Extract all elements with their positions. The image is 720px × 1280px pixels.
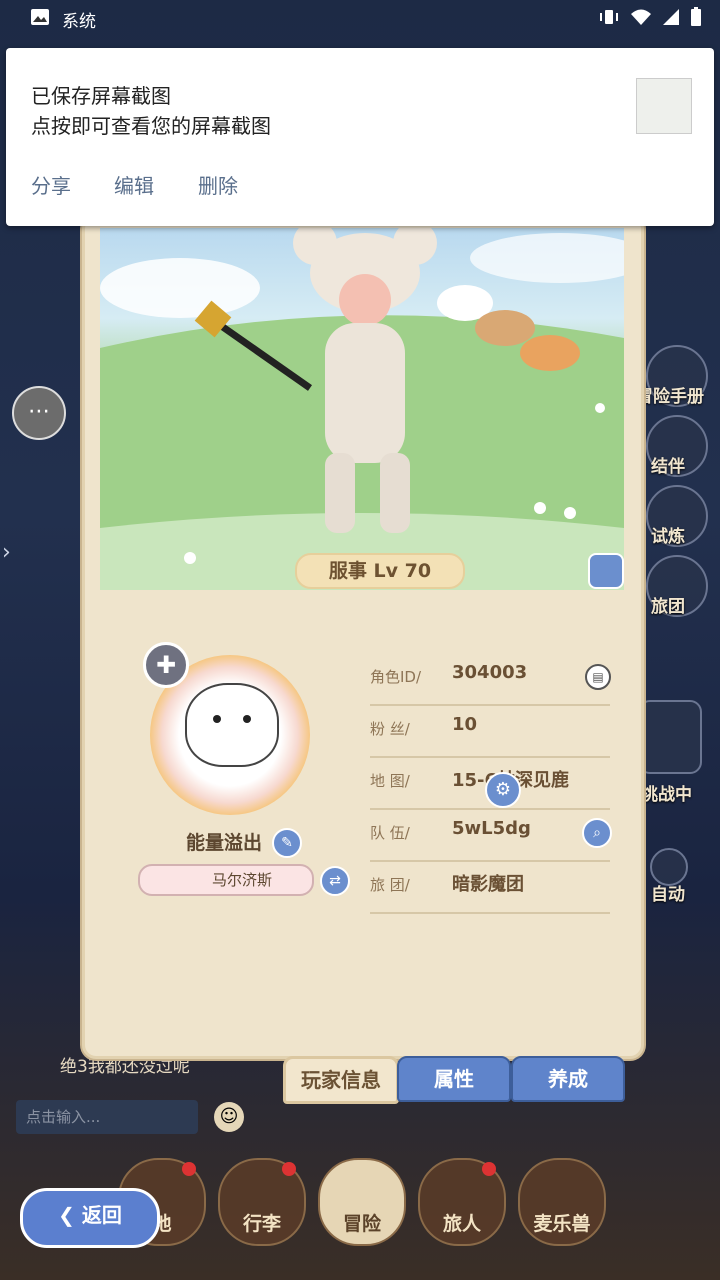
bear-avatar-icon: [185, 683, 279, 767]
nav-adventure[interactable]: 冒险: [318, 1158, 406, 1246]
field-row-guild: 旅 团/ 暗影魔团: [370, 860, 610, 914]
share-button[interactable]: 分享: [31, 170, 71, 199]
vibrate-icon: [600, 10, 618, 24]
battery-icon: [691, 7, 701, 26]
edit-button[interactable]: 编辑: [114, 170, 154, 199]
status-app-label: 系统: [62, 12, 96, 32]
notification-text: 点按即可查看您的屏幕截图: [31, 114, 271, 138]
notification-title: 已保存屏幕截图: [31, 84, 171, 108]
nav-travelers[interactable]: 旅人: [418, 1158, 506, 1246]
status-bar: 系统: [0, 0, 720, 36]
delete-button[interactable]: 删除: [198, 170, 238, 199]
back-arrow-icon: ❮: [58, 1203, 82, 1227]
screenshot-notification[interactable]: 已保存屏幕截图 点按即可查看您的屏幕截图 分享 编辑 删除: [6, 48, 714, 226]
chat-input[interactable]: 点击输入...: [16, 1100, 198, 1134]
arrow-right-icon[interactable]: ›: [2, 540, 11, 565]
info-area: ✚ 能量溢出 ✎ 马尔济斯 ⇄ 角色ID/ 304003 ▤ 粉 丝/ 10 地…: [100, 590, 624, 1040]
edit-name-icon[interactable]: ✎: [272, 828, 302, 858]
player-info-panel: 服事 Lv 70 ✚ 能量溢出 ✎ 马尔济斯 ⇄ 角色ID/ 304003 ▤ …: [82, 215, 644, 1059]
title-bar: 马尔济斯: [138, 864, 314, 896]
field-row-id: 角色ID/ 304003 ▤: [370, 652, 611, 706]
signal-icon: [663, 9, 679, 25]
tab-attributes[interactable]: 属性: [397, 1056, 511, 1102]
field-key: 粉 丝/: [370, 720, 410, 738]
nav-bag[interactable]: 行李: [218, 1158, 306, 1246]
username: 能量溢出: [186, 832, 263, 854]
emoji-icon[interactable]: ☺: [214, 1102, 244, 1132]
side-label-trial: 试炼: [651, 527, 685, 547]
field-row-team: 队 伍/ 5wL5dg ⌕: [370, 808, 612, 862]
settings-icon[interactable]: ⚙: [485, 772, 521, 808]
chat-bubble-icon[interactable]: ⋯: [12, 386, 66, 440]
character-illustration: [100, 228, 624, 590]
level-badge: 服事 Lv 70: [295, 553, 465, 589]
image-icon: [30, 8, 50, 26]
side-label-auto: 自动: [651, 885, 685, 905]
back-label: 返回: [81, 1203, 122, 1227]
back-button[interactable]: ❮ 返回: [20, 1188, 160, 1248]
character-scene: 服事 Lv 70: [100, 228, 624, 590]
wifi-icon: [631, 9, 651, 25]
search-icon[interactable]: ⌕: [582, 818, 612, 848]
side-label-guild: 旅团: [651, 597, 685, 617]
title-name: 马尔济斯: [212, 871, 273, 889]
side-label-challenge: 挑战中: [641, 785, 692, 805]
field-key: 队 伍/: [370, 824, 410, 842]
field-key: 旅 团/: [370, 876, 410, 894]
field-key: 角色ID/: [370, 668, 422, 686]
field-value: 10: [452, 714, 478, 735]
side-label-partner: 结伴: [651, 457, 685, 477]
copy-id-icon[interactable]: ▤: [585, 664, 611, 690]
nav-pets[interactable]: 麦乐兽: [518, 1158, 606, 1246]
screenshot-thumbnail[interactable]: [636, 78, 692, 134]
field-value: 304003: [452, 662, 528, 683]
field-value: 5wL5dg: [452, 818, 531, 839]
field-row-fans: 粉 丝/ 10: [370, 704, 610, 758]
profile-card-icon[interactable]: [588, 553, 624, 589]
tab-development[interactable]: 养成: [511, 1056, 625, 1102]
side-label-manual: 冒险手册: [636, 387, 704, 407]
field-key: 地 图/: [370, 772, 410, 790]
rank-badge-icon: ✚: [143, 642, 189, 688]
swap-title-icon[interactable]: ⇄: [320, 866, 350, 896]
status-icons: [598, 7, 702, 27]
tab-player-info[interactable]: 玩家信息: [283, 1056, 399, 1104]
field-value: 暗影魔团: [452, 874, 524, 895]
challenge-button[interactable]: [638, 700, 702, 774]
